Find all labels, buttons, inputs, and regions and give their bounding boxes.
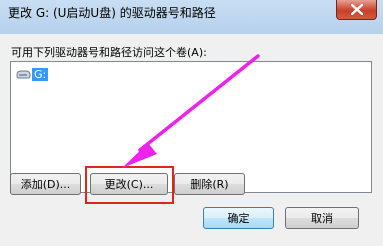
- pointer-arrow: [122, 54, 260, 168]
- dialog-window: 更改 G: (U启动U盘) 的驱动器号和路径 可用下列驱动器号和路径访问这个卷(…: [0, 0, 383, 246]
